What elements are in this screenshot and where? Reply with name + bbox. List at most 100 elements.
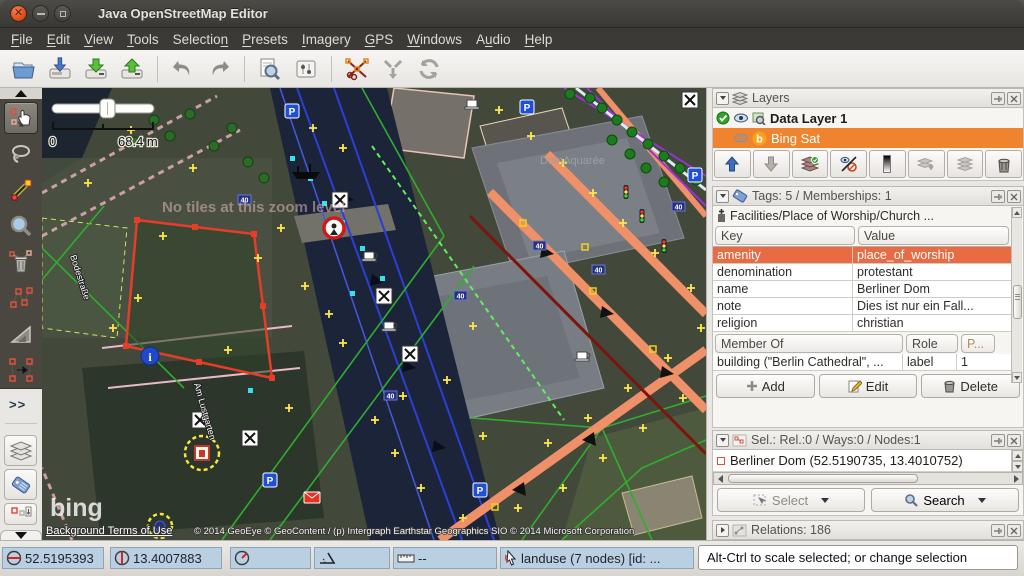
update-data-button[interactable] [412, 53, 446, 85]
download-object-button[interactable] [79, 53, 113, 85]
selection-pin-button[interactable] [991, 434, 1005, 447]
selected-object-item[interactable]: Berliner Dom (52.5190735, 13.4010752) [713, 450, 1011, 472]
menu-presets[interactable]: Presets [235, 30, 295, 49]
redo-button[interactable] [202, 53, 236, 85]
selection-close-button[interactable] [1007, 434, 1021, 447]
scroll-up-arrow[interactable] [1012, 207, 1022, 218]
zoom-tool[interactable] [4, 210, 38, 242]
layer-duplicate-button[interactable] [947, 150, 984, 178]
extrude-tool[interactable] [4, 318, 38, 350]
selection-panel-header: Sel.: Rel.:0 / Ways:0 / Nodes:1 [712, 430, 1024, 450]
terms-of-use-link[interactable]: Background Terms of Use [46, 525, 172, 537]
draw-node-tool[interactable] [4, 174, 38, 206]
undo-button[interactable] [166, 53, 200, 85]
menu-file[interactable]: File [4, 30, 40, 49]
window-maximize-button[interactable] [54, 5, 71, 22]
selection-icon [732, 434, 747, 447]
delete-tag-button[interactable]: Delete [921, 374, 1020, 398]
preferences-button[interactable] [289, 53, 323, 85]
layer-row-data-layer[interactable]: Data Layer 1 [713, 108, 1023, 128]
more-tools-button[interactable]: >> [9, 397, 26, 412]
toggle-layers-panel-button[interactable] [4, 435, 37, 466]
value-column-header[interactable]: Value [858, 226, 1009, 245]
visibility-eye-dim-icon[interactable] [733, 132, 749, 144]
menu-view[interactable]: View [77, 30, 120, 49]
layer-delete-button[interactable] [985, 150, 1022, 178]
search-selection-button[interactable]: Search [871, 488, 1019, 512]
window-minimize-button[interactable] [32, 5, 49, 22]
open-button[interactable] [7, 53, 41, 85]
selection-horizontal-scrollbar[interactable] [713, 472, 1023, 485]
upload-button[interactable] [115, 53, 149, 85]
tags-pin-button[interactable] [991, 190, 1005, 203]
relations-pin-button[interactable] [991, 524, 1005, 537]
tag-row[interactable]: denominationprotestant [713, 264, 1011, 281]
tags-vertical-scrollbar[interactable] [1011, 207, 1022, 383]
relations-expand-button[interactable] [716, 524, 729, 537]
toolbar-collapse-up[interactable] [0, 88, 42, 99]
scroll-thumb[interactable] [1013, 285, 1022, 319]
layer-visibility-button[interactable] [830, 150, 867, 178]
delete-tool[interactable] [4, 246, 38, 278]
tag-icon [732, 189, 748, 203]
tag-row[interactable]: religionchristian [713, 315, 1011, 332]
download-data-button[interactable] [43, 53, 77, 85]
menu-selection[interactable]: Selection [166, 30, 236, 49]
layers-collapse-button[interactable] [716, 92, 729, 105]
menu-gps[interactable]: GPS [358, 30, 401, 49]
parking-icon: P [520, 100, 534, 114]
visibility-eye-icon[interactable] [733, 112, 749, 124]
tag-row[interactable]: amenityplace_of_worship [713, 247, 1011, 264]
scroll-down-arrow[interactable] [1012, 372, 1022, 383]
merge-nodes-tool[interactable] [4, 354, 38, 386]
menu-help[interactable]: Help [518, 30, 560, 49]
position-column-header[interactable]: P... [961, 334, 995, 353]
menu-imagery[interactable]: Imagery [295, 30, 358, 49]
svg-text:P: P [289, 107, 296, 118]
window-close-button[interactable]: ✕ [10, 5, 27, 22]
tags-close-button[interactable] [1007, 190, 1021, 203]
layer-move-down-button[interactable] [753, 150, 790, 178]
member-of-column-header[interactable]: Member Of [715, 334, 903, 353]
toggle-selection-panel-button[interactable] [4, 503, 37, 525]
combine-way-button[interactable] [376, 53, 410, 85]
layer-move-up-button[interactable] [714, 150, 751, 178]
layer-row-bing[interactable]: b Bing Sat [713, 128, 1023, 148]
toggle-tags-panel-button[interactable] [4, 469, 37, 500]
pencil-icon [848, 379, 862, 393]
longitude-icon [114, 550, 130, 566]
add-tag-button[interactable]: Add [716, 374, 815, 398]
layer-merge-button[interactable] [908, 150, 945, 178]
preset-link[interactable]: Facilities/Place of Worship/Church ... [713, 206, 1009, 225]
key-column-header[interactable]: Key [715, 226, 855, 245]
menu-windows[interactable]: Windows [400, 30, 469, 49]
trash-icon [943, 379, 956, 393]
scroll-thumb[interactable] [728, 474, 918, 483]
tag-row[interactable]: nameBerliner Dom [713, 281, 1011, 298]
membership-row[interactable]: building ("Berlin Cathedral", ... label … [713, 354, 1011, 371]
select-tool[interactable] [4, 102, 38, 134]
tags-collapse-button[interactable] [716, 190, 729, 203]
select-button[interactable]: Select [717, 488, 865, 512]
layers-close-button[interactable] [1007, 92, 1021, 105]
lasso-tool[interactable] [4, 138, 38, 170]
map-view[interactable]: P P P P P 40 40 40 40 40 40 i [42, 88, 706, 540]
tag-row[interactable]: noteDies ist nur ein Fall... [713, 298, 1011, 315]
menu-edit[interactable]: Edit [40, 30, 77, 49]
split-way-button[interactable] [340, 53, 374, 85]
edit-tag-button[interactable]: Edit [819, 374, 918, 398]
layer-activate-button[interactable] [792, 150, 829, 178]
menu-tools[interactable]: Tools [120, 30, 166, 49]
selection-vertical-scrollbar[interactable] [1011, 450, 1023, 472]
scroll-left-arrow[interactable] [714, 473, 726, 484]
layers-pin-button[interactable] [991, 92, 1005, 105]
menu-audio[interactable]: Audio [469, 30, 518, 49]
role-column-header[interactable]: Role [906, 334, 958, 353]
search-button[interactable] [253, 53, 287, 85]
svg-text:0: 0 [49, 134, 56, 149]
scroll-right-arrow[interactable] [1010, 473, 1022, 484]
layer-opacity-button[interactable] [869, 150, 906, 178]
selection-collapse-button[interactable] [716, 434, 729, 447]
improve-accuracy-tool[interactable] [4, 282, 38, 314]
relations-close-button[interactable] [1007, 524, 1021, 537]
